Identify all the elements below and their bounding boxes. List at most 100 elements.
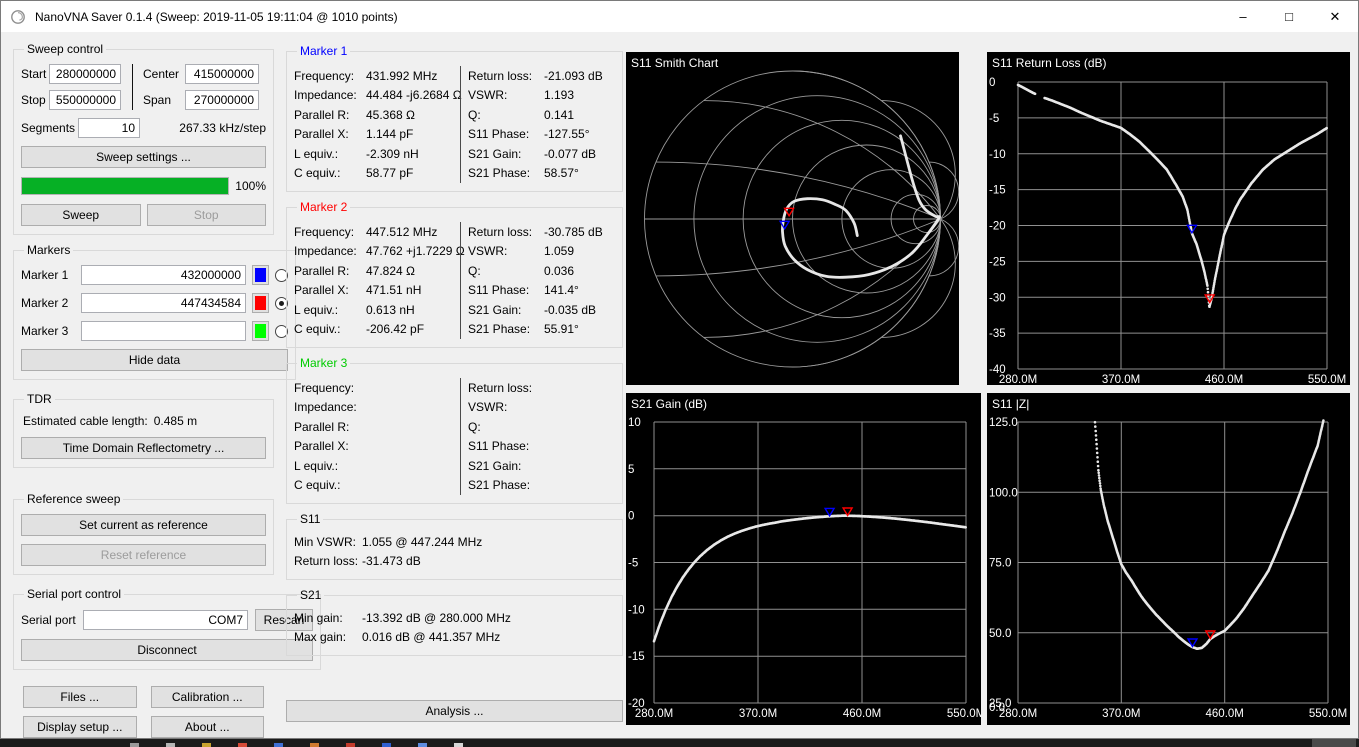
data-value: -31.473 dB [362, 554, 421, 569]
data-label: Min gain: [294, 610, 343, 625]
data-row: C equiv.: -206.42 pF [294, 320, 460, 340]
display-setup-button[interactable]: Display setup ... [23, 716, 137, 738]
taskbar-item-active[interactable] [1312, 739, 1356, 747]
taskbar-icon[interactable] [238, 743, 247, 747]
data-row: S21 Gain: [468, 456, 615, 476]
marker-row: Marker 3 [21, 321, 288, 341]
marker-data-panel: Marker 1 Frequency: 431.992 MHz Impedance: 4… [286, 44, 623, 722]
data-value: 44.484 -j6.2684 Ω [366, 88, 462, 103]
about-button[interactable]: About ... [150, 716, 264, 738]
minimize-button[interactable]: – [1220, 1, 1266, 32]
data-label: S11 Phase: [468, 283, 530, 298]
serial-port-input[interactable] [83, 610, 248, 630]
data-label: Parallel X: [294, 439, 349, 454]
data-value: 141.4° [544, 283, 579, 298]
maximize-button[interactable]: □ [1266, 1, 1312, 32]
stop-sweep-button[interactable]: Stop [146, 204, 266, 226]
chart-canvas[interactable]: 280.0M 370.0M 460.0M 550.0M1050-5-10-15-20S… [626, 393, 985, 725]
hide-data-button[interactable]: Hide data [21, 349, 288, 371]
taskbar-icon[interactable] [454, 743, 463, 747]
data-row: Impedance: 44.484 -j6.2684 Ω [294, 86, 462, 106]
marker-color-button[interactable] [252, 293, 269, 313]
data-label: S21 Gain: [468, 458, 522, 473]
data-value: 0.036 [544, 263, 575, 278]
sweep-button[interactable]: Sweep [21, 204, 141, 226]
markers-group: Markers Marker 1 Marker 2 Marker 3 Hide da… [13, 243, 296, 380]
marker-color-button[interactable] [252, 265, 269, 285]
calibration-button[interactable]: Calibration ... [150, 686, 264, 708]
data-row: Parallel X: 1.144 pF [294, 125, 460, 145]
taskbar-icon[interactable] [310, 743, 319, 747]
data-label: S11 Phase: [468, 127, 530, 142]
taskbar-icon[interactable] [274, 743, 283, 747]
svg-text:0.0: 0.0 [989, 702, 1005, 714]
window-controls: – □ ✕ [1220, 1, 1358, 32]
svg-text:S11 Smith Chart: S11 Smith Chart [631, 56, 719, 70]
cable-length-label: Estimated cable length: [23, 414, 148, 428]
data-label: VSWR: [468, 244, 508, 259]
taskbar-icon[interactable] [382, 743, 391, 747]
marker-detail-title: Marker 3 [300, 356, 348, 370]
svg-text:5: 5 [628, 464, 634, 476]
svg-text:0: 0 [989, 77, 995, 89]
smith-chart-canvas[interactable]: S11 Smith Chart [626, 52, 960, 385]
reset-reference-button[interactable]: Reset reference [21, 544, 266, 566]
analysis-button[interactable]: Analysis ... [286, 700, 623, 722]
disconnect-button[interactable]: Disconnect [21, 639, 313, 661]
taskbar[interactable] [0, 739, 1359, 747]
data-label: C equiv.: [294, 478, 341, 493]
data-value: -2.309 nH [366, 146, 419, 161]
s11-info-title: S11 [300, 512, 321, 526]
marker-color-button[interactable] [252, 321, 269, 341]
tdr-cable-length-row: Estimated cable length: 0.485 m [23, 414, 266, 428]
svg-text:-10: -10 [628, 604, 645, 616]
span-input[interactable] [185, 90, 259, 110]
marker-frequency-input[interactable] [81, 265, 246, 285]
close-button[interactable]: ✕ [1312, 1, 1358, 32]
svg-text:-25: -25 [989, 256, 1006, 268]
data-row: S11 Phase: [468, 437, 615, 457]
chart-canvas[interactable]: 280.0M 370.0M 460.0M 550.0M0-5-10-15-20-25-… [987, 52, 1350, 386]
taskbar-icon[interactable] [130, 743, 139, 747]
marker-frequency-input[interactable] [81, 321, 246, 341]
data-row: Max gain: 0.016 dB @ 441.357 MHz [294, 628, 615, 648]
data-label: S11 Phase: [468, 439, 530, 454]
segments-input[interactable] [78, 118, 140, 138]
data-label: Frequency: [294, 380, 355, 395]
data-row: S21 Phase: 58.57° [468, 164, 615, 184]
serial-port-label: Serial port [21, 613, 76, 627]
serial-port-title: Serial port control [27, 587, 122, 601]
marker-frequency-input[interactable] [81, 293, 246, 313]
tdr-button[interactable]: Time Domain Reflectometry ... [21, 437, 266, 459]
data-label: S21 Gain: [468, 302, 522, 317]
taskbar-icon[interactable] [346, 743, 355, 747]
set-reference-button[interactable]: Set current as reference [21, 514, 266, 536]
data-value: 0.016 dB @ 441.357 MHz [362, 630, 501, 645]
taskbar-icon[interactable] [202, 743, 211, 747]
files-button[interactable]: Files ... [23, 686, 137, 708]
svg-text:370.0M: 370.0M [739, 708, 777, 720]
sweep-settings-button[interactable]: Sweep settings ... [21, 146, 266, 168]
data-label: L equiv.: [294, 302, 339, 317]
s11-return-loss-chart[interactable]: 280.0M 370.0M 460.0M 550.0M 0 -5 -10 -15 -20 -25-… [987, 52, 1350, 386]
data-row: S11 Phase: -127.55° [468, 125, 615, 145]
data-row: S21 Gain: -0.077 dB [468, 144, 615, 164]
reference-sweep-group: Reference sweep Set current as reference… [13, 492, 274, 575]
svg-text:460.0M: 460.0M [1206, 708, 1244, 720]
s21-info-title: S21 [300, 588, 322, 602]
data-label: Return loss: [468, 224, 533, 239]
svg-text:50.0: 50.0 [989, 628, 1011, 640]
chart-canvas[interactable]: 280.0M 370.0M 460.0M 550.0M125.0100.075.050… [987, 393, 1350, 725]
titlebar[interactable]: NanoVNA Saver 0.1.4 (Sweep: 2019-11-05 1… [1, 1, 1358, 32]
stop-input[interactable] [49, 90, 121, 110]
svg-text:10: 10 [628, 417, 641, 429]
start-input[interactable] [49, 64, 121, 84]
taskbar-icon[interactable] [166, 743, 175, 747]
taskbar-icon[interactable] [418, 743, 427, 747]
s11-impedance-chart[interactable]: 280.0M 370.0M 460.0M 550.0M 125.0 100.0 75.0 50… [987, 393, 1350, 725]
data-row: S21 Phase: 55.91° [468, 320, 615, 340]
s11-info-group: S11 Min VSWR: 1.055 @ 447.244 MHz Return l… [286, 512, 623, 580]
center-input[interactable] [185, 64, 259, 84]
s11-smith-chart[interactable]: S11 Smith Chart [626, 52, 960, 385]
s21-gain-chart[interactable]: 280.0M 370.0M 460.0M 550.0M 10 5 0 -5 -10 -15 -20 S… [626, 393, 985, 725]
